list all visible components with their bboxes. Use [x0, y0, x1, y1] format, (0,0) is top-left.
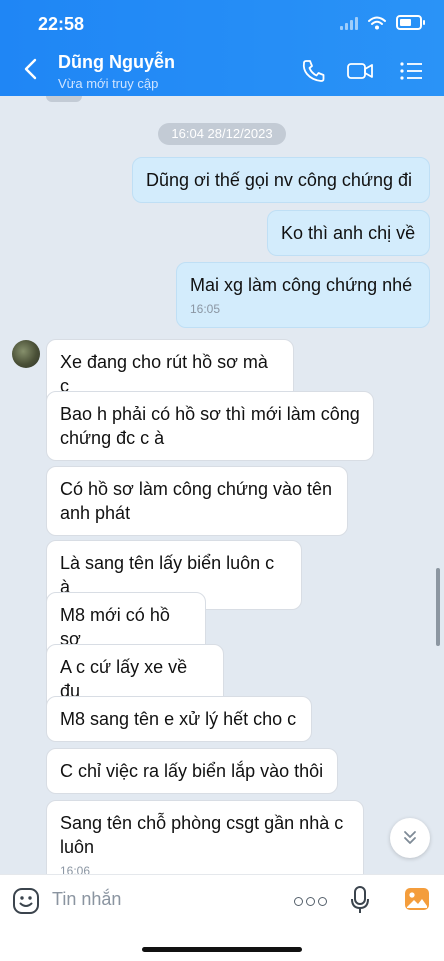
photo-icon[interactable]	[404, 887, 430, 911]
message-incoming[interactable]: Có hồ sơ làm công chứng vào tên anh phát	[46, 466, 348, 536]
message-time: 16:06	[60, 864, 91, 874]
message-text: Bao h phải có hồ sơ thì mới làm công chứ…	[60, 404, 360, 448]
more-dots-icon[interactable]	[294, 897, 327, 906]
date-divider: 16:04 28/12/2023	[158, 123, 286, 145]
contact-status: Vừa mới truy cập	[58, 76, 159, 91]
contact-avatar[interactable]	[12, 340, 40, 368]
message-outgoing[interactable]: Dũng ơi thế gọi nv công chứng đi	[132, 157, 430, 203]
message-incoming[interactable]: Bao h phải có hồ sơ thì mới làm công chứ…	[46, 391, 374, 461]
message-text: M8 sang tên e xử lý hết cho c	[60, 709, 297, 729]
contact-name[interactable]: Dũng Nguyễn	[58, 52, 175, 73]
phone-icon[interactable]	[300, 58, 328, 84]
message-incoming[interactable]: M8 sang tên e xử lý hết cho c	[46, 696, 312, 742]
cellular-signal-icon	[340, 16, 358, 30]
message-outgoing[interactable]: Ko thì anh chị về	[267, 210, 430, 256]
back-chevron-icon[interactable]	[18, 56, 44, 82]
message-text: Mai xg làm công chứng nhé	[190, 275, 413, 295]
message-incoming[interactable]: Sang tên chỗ phòng csgt gần nhà c luôn 1…	[46, 800, 364, 874]
scroll-to-bottom-button[interactable]	[390, 818, 430, 858]
status-time: 22:58	[38, 14, 85, 34]
message-text: C chỉ việc ra lấy biển lắp vào thôi	[60, 761, 324, 781]
message-composer: Tin nhắn	[0, 874, 444, 961]
message-text: Sang tên chỗ phòng csgt gần nhà c luôn	[60, 813, 344, 857]
battery-icon	[396, 15, 425, 30]
chat-header: 22:58 Dũng Nguyễn Vừa mới truy cập	[0, 0, 444, 96]
message-time: 16:05	[190, 302, 221, 316]
message-text: Có hồ sơ làm công chứng vào tên anh phát	[60, 479, 333, 523]
list-menu-icon[interactable]	[398, 58, 426, 84]
message-incoming[interactable]: C chỉ việc ra lấy biển lắp vào thôi	[46, 748, 338, 794]
message-text: Ko thì anh chị về	[281, 223, 416, 243]
emoji-icon[interactable]	[12, 887, 40, 915]
home-indicator	[142, 947, 302, 952]
message-text: Dũng ơi thế gọi nv công chứng đi	[146, 170, 413, 190]
status-icons	[340, 15, 425, 30]
message-outgoing[interactable]: Mai xg làm công chứng nhé 16:05	[176, 262, 430, 328]
message-list[interactable]: 16:04 28/12/2023 Dũng ơi thế gọi nv công…	[0, 96, 444, 874]
wifi-icon	[368, 16, 386, 29]
scrollbar-thumb[interactable]	[436, 568, 440, 646]
previous-timestamp	[46, 96, 82, 102]
video-camera-icon[interactable]	[346, 58, 374, 84]
message-input[interactable]: Tin nhắn	[52, 889, 121, 910]
double-chevron-down-icon	[404, 831, 416, 844]
microphone-icon[interactable]	[350, 885, 370, 915]
